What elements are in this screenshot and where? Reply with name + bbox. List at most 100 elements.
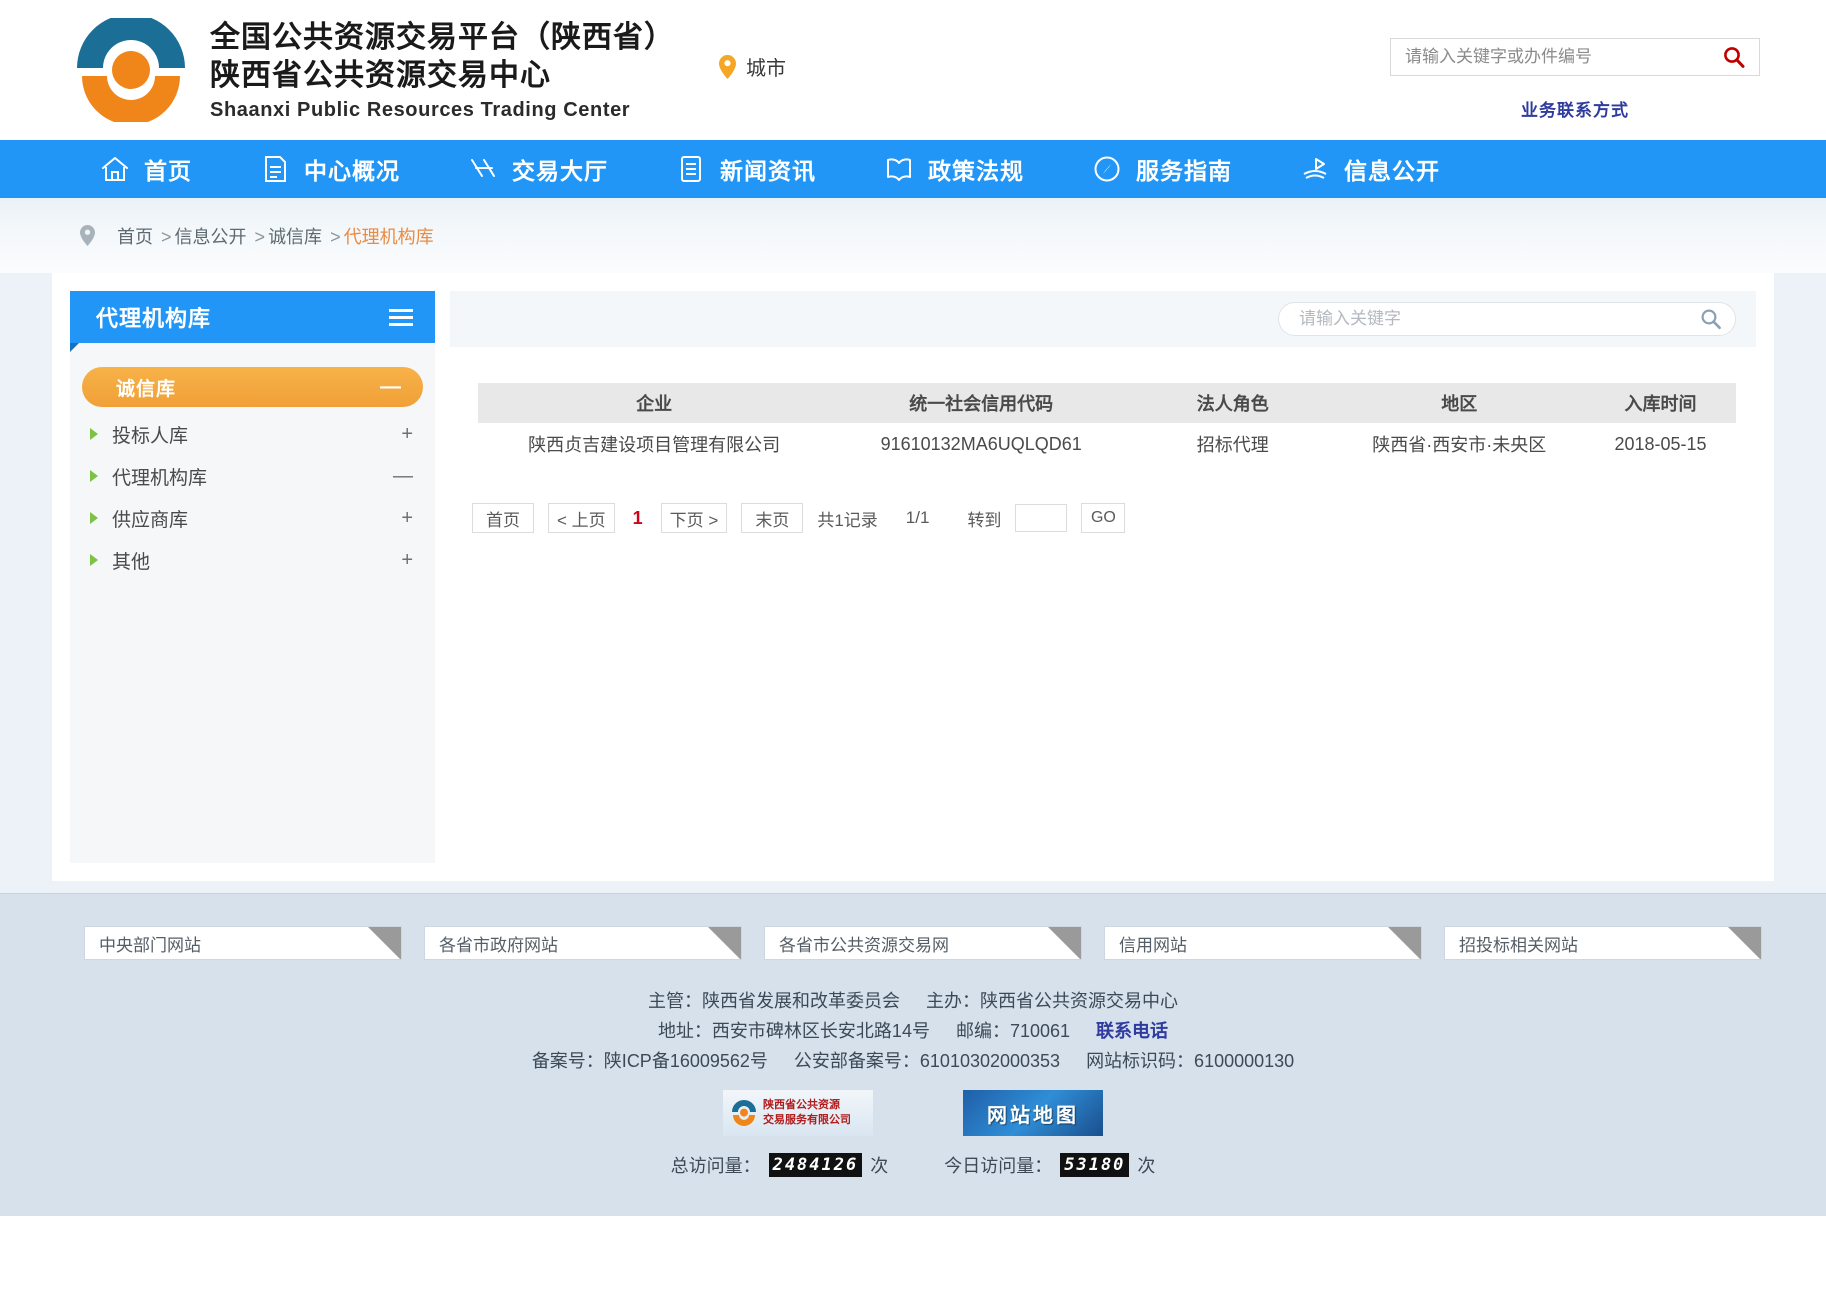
site-logo[interactable]: 全国公共资源交易平台（陕西省） 陕西省公共资源交易中心 Shaanxi Publ… (72, 18, 675, 122)
location-pin-icon (719, 54, 736, 79)
table-header-row: 企业 统一社会信用代码 法人角色 地区 入库时间 (478, 383, 1736, 423)
sidebar-item-bidder-library[interactable]: 投标人库 + (70, 419, 435, 449)
sidebar-item-label: 其他 (112, 551, 151, 573)
column-header-credit-code: 统一社会信用代码 (830, 383, 1133, 423)
sidebar-title: 代理机构库 (96, 306, 212, 331)
hamburger-menu-icon[interactable] (389, 308, 413, 326)
footer-partner-logos: 陕西省公共资源 交易服务有限公司 网站地图 (0, 1090, 1826, 1136)
footer-line-3: 备案号：陕ICP备16009562号 公安部备案号：61010302000353 网… (0, 1046, 1826, 1076)
footer-icp: 备案号：陕ICP备16009562号 (531, 1051, 768, 1071)
nav-label: 信息公开 (1344, 158, 1440, 184)
pagination-first-button[interactable]: 首页 (472, 503, 534, 533)
footer-organizer: 主办：陕西省公共资源交易中心 (926, 991, 1178, 1011)
trading-center-logo-icon (77, 18, 185, 122)
sitemap-button[interactable]: 网站地图 (963, 1090, 1103, 1136)
pagination-current-page[interactable]: 1 (629, 508, 647, 529)
pagination-goto-label: 转到 (967, 510, 1002, 530)
triangle-right-icon (90, 428, 98, 440)
logo-title-line1: 全国公共资源交易平台（陕西省） (210, 19, 675, 55)
breadcrumb-sep: > (161, 226, 172, 247)
header-search-button[interactable] (1719, 43, 1749, 71)
pagination-page-of: 1/1 (905, 508, 930, 527)
breadcrumb-level3[interactable]: 诚信库 (268, 227, 322, 247)
header-right-area: 业务联系方式 (1390, 38, 1760, 121)
pagination-last-button[interactable]: 末页 (741, 503, 804, 533)
link-select-provincial-governments[interactable]: 各省市政府网站 (424, 926, 742, 960)
site-header: 全国公共资源交易平台（陕西省） 陕西省公共资源交易中心 Shaanxi Publ… (0, 0, 1826, 140)
breadcrumb-band: 首页 > 信息公开 > 诚信库 > 代理机构库 (0, 198, 1826, 273)
triangle-right-icon (90, 554, 98, 566)
cell-company[interactable]: 陕西贞吉建设项目管理有限公司 (478, 423, 831, 465)
expand-plus-icon[interactable]: + (401, 507, 413, 530)
expand-plus-icon[interactable]: + (401, 423, 413, 446)
table-row[interactable]: 陕西贞吉建设项目管理有限公司 91610132MA6UQLQD61 招标代理 陕… (478, 423, 1736, 465)
footer-contact-phone-link[interactable]: 联系电话 (1096, 1021, 1168, 1041)
sidebar-item-other[interactable]: 其他 + (70, 545, 435, 575)
link-select-central-departments[interactable]: 中央部门网站 (84, 926, 402, 960)
total-visits-unit: 次 (870, 1156, 889, 1176)
business-contact-link[interactable]: 业务联系方式 (1390, 96, 1760, 121)
sidebar-item-credit-library[interactable]: 诚信库 — (82, 367, 423, 407)
search-icon (1701, 309, 1721, 330)
link-select-credit-websites[interactable]: 信用网站 (1104, 926, 1422, 960)
pagination-goto-input[interactable] (1015, 504, 1068, 532)
link-select-bidding-websites[interactable]: 招投标相关网站 (1444, 926, 1762, 960)
nav-label: 政策法规 (928, 158, 1024, 184)
city-selector[interactable]: 城市 (719, 52, 786, 81)
pagination-prev-button[interactable]: < 上页 (548, 503, 615, 533)
footer-address: 地址：西安市碑林区长安北路14号 (657, 1021, 930, 1041)
total-visits-value: 2484126 (768, 1153, 863, 1177)
breadcrumb-level2[interactable]: 信息公开 (175, 227, 247, 247)
breadcrumb-sep: > (254, 226, 266, 247)
total-visits-label: 总访问量： (670, 1156, 761, 1176)
footer-supervisor: 主管：陕西省发展和改革委员会 (648, 991, 900, 1011)
sidebar-item-label: 投标人库 (112, 425, 189, 447)
pagination-go-button[interactable]: GO (1081, 503, 1126, 533)
table-search-input[interactable] (1299, 309, 1695, 329)
breadcrumb-home[interactable]: 首页 (117, 227, 153, 247)
sidebar-item-agency-library[interactable]: 代理机构库 — (70, 461, 435, 491)
link-select-label: 各省市公共资源交易网 (779, 935, 949, 955)
search-icon (1724, 47, 1745, 68)
table-search-box[interactable] (1278, 302, 1736, 336)
link-select-public-resources-exchanges[interactable]: 各省市公共资源交易网 (764, 926, 1082, 960)
table-search-button[interactable] (1695, 305, 1727, 333)
link-select-label: 中央部门网站 (99, 935, 201, 955)
link-select-label: 各省市政府网站 (439, 935, 558, 955)
column-header-region: 地区 (1333, 383, 1585, 423)
company-mark-icon (732, 1100, 756, 1126)
footer-site-id: 网站标识码：6100000130 (1086, 1051, 1295, 1071)
nav-item-home[interactable]: 首页 (100, 152, 192, 186)
header-search-box[interactable] (1390, 38, 1760, 76)
today-visits-group: 今日访问量： 53180 次 (944, 1152, 1155, 1178)
nav-item-policy[interactable]: 政策法规 (884, 152, 1024, 186)
header-search-input[interactable] (1405, 47, 1719, 67)
pagination-next-button[interactable]: 下页 > (660, 503, 728, 533)
footer-info-text: 主管：陕西省发展和改革委员会 主办：陕西省公共资源交易中心 地址：西安市碑林区长安… (0, 986, 1826, 1076)
sidebar-item-supplier-library[interactable]: 供应商库 + (70, 503, 435, 533)
today-visits-unit: 次 (1137, 1156, 1156, 1176)
cell-legal-role: 招标代理 (1132, 423, 1334, 465)
nav-item-trading-hall[interactable]: 交易大厅 (468, 152, 608, 186)
footer-line-1: 主管：陕西省发展和改革委员会 主办：陕西省公共资源交易中心 (0, 986, 1826, 1016)
cell-region: 陕西省·西安市·未央区 (1333, 423, 1585, 465)
trading-service-company-logo[interactable]: 陕西省公共资源 交易服务有限公司 (723, 1090, 873, 1136)
logo-title-english: Shaanxi Public Resources Trading Center (210, 98, 631, 121)
broadcast-icon (1303, 158, 1327, 179)
footer-line-2: 地址：西安市碑林区长安北路14号 邮编：710061 联系电话 (0, 1016, 1826, 1046)
nav-item-news[interactable]: 新闻资讯 (676, 152, 816, 186)
nav-label: 服务指南 (1136, 158, 1232, 184)
collapse-minus-icon[interactable]: — (393, 465, 413, 488)
collapse-minus-icon[interactable]: — (380, 375, 401, 399)
column-header-legal-role: 法人角色 (1132, 383, 1334, 423)
nav-item-service-guide[interactable]: 服务指南 (1092, 152, 1232, 186)
cell-entry-date: 2018-05-15 (1585, 423, 1736, 465)
chart-icon (471, 159, 495, 177)
nav-item-info-disclosure[interactable]: 信息公开 (1300, 152, 1440, 186)
sidebar-active-label: 诚信库 (116, 378, 177, 400)
table-head: 企业 统一社会信用代码 法人角色 地区 入库时间 (478, 383, 1736, 423)
column-header-entry-date: 入库时间 (1585, 383, 1736, 423)
nav-item-center-overview[interactable]: 中心概况 (260, 152, 400, 186)
sidebar-item-label: 代理机构库 (112, 467, 208, 489)
expand-plus-icon[interactable]: + (401, 549, 413, 572)
